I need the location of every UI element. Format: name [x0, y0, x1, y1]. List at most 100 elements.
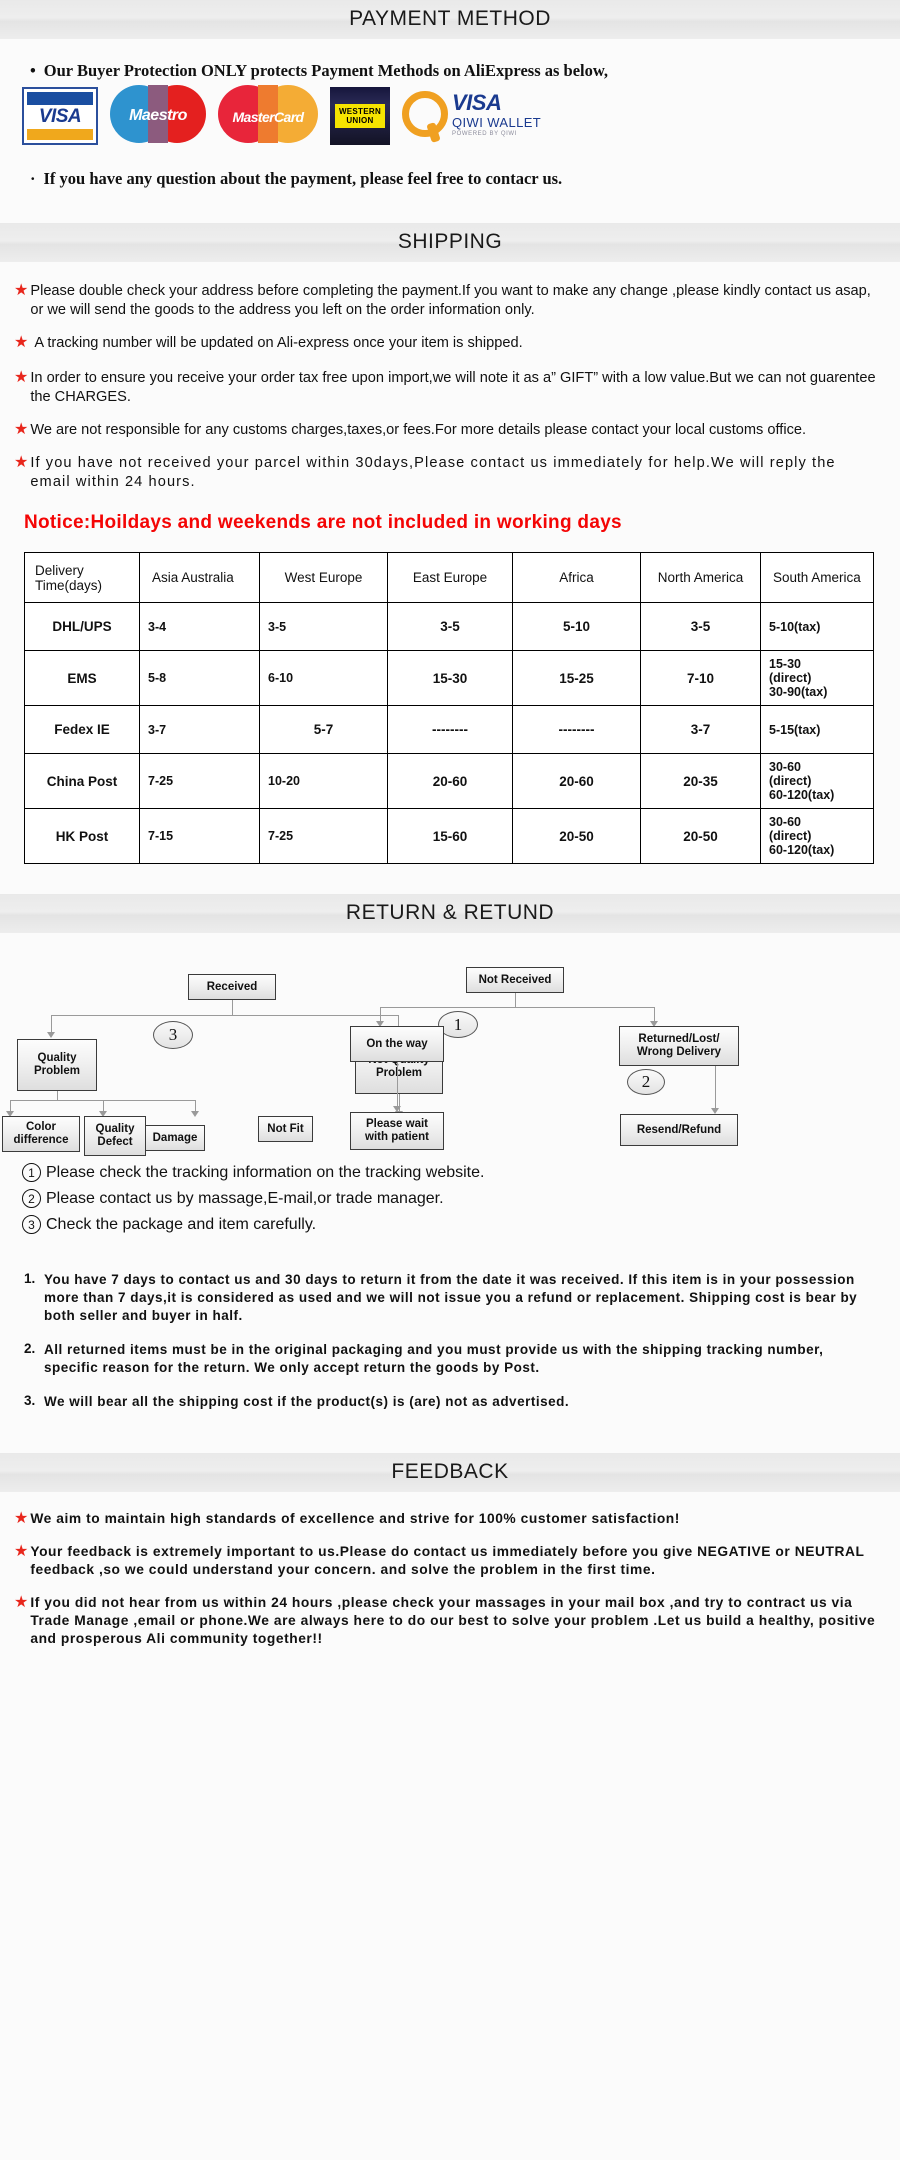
table-cell: --------	[512, 705, 641, 754]
flow-box-color-difference: Color difference	[2, 1116, 80, 1152]
table-cell: 10-20	[259, 753, 388, 809]
flow-box-please-wait: Please wait with patient	[350, 1112, 444, 1150]
star-icon: ★	[14, 1543, 29, 1560]
table-cell: 3-5	[387, 602, 513, 651]
western-union-line1: WESTERN	[338, 107, 382, 116]
table-header-cell: Asia Australia	[139, 552, 260, 603]
table-cell: 7-10	[640, 650, 761, 706]
table-row-label: China Post	[24, 753, 140, 809]
flow-badge-2: 2	[627, 1069, 665, 1095]
flow-box-resend-refund: Resend/Refund	[620, 1114, 738, 1146]
section-header-payment: PAYMENT METHOD	[0, 0, 900, 39]
table-cell: 5-8	[139, 650, 260, 706]
table-row: HK Post 7-15 7-25 15-60 20-50 20-50 30-6…	[24, 808, 874, 864]
table-cell: 20-35	[640, 753, 761, 809]
qiwi-text-block: VISA QIWI WALLET POWERED BY QIWI	[452, 89, 542, 137]
feedback-section: ★ We aim to maintain high standards of e…	[0, 1492, 900, 1681]
visa-top-bar	[27, 92, 93, 105]
flow-arrow	[47, 1032, 55, 1038]
flow-badge-3: 3	[153, 1021, 193, 1049]
flow-line	[380, 1007, 381, 1021]
flow-line	[397, 1062, 398, 1106]
circled-notes-list: 1 Please check the tracking information …	[0, 1157, 900, 1245]
circled-note-item: 3 Check the package and item carefully.	[22, 1215, 900, 1234]
bullet-dot-icon-2: ·	[30, 169, 36, 188]
table-header-cell: Delivery Time(days)	[24, 552, 140, 603]
flow-line	[103, 1100, 104, 1111]
policy-number: 3.	[24, 1393, 36, 1408]
shipping-bullet: ★ In order to ensure you receive your or…	[14, 369, 876, 405]
table-cell: 5-10(tax)	[760, 602, 874, 651]
circle-number-3: 3	[22, 1215, 41, 1234]
flow-arrow	[191, 1111, 199, 1117]
table-row-label: HK Post	[24, 808, 140, 864]
policy-number: 1.	[24, 1271, 36, 1286]
table-cell: 7-25	[139, 753, 260, 809]
table-cell: 3-4	[139, 602, 260, 651]
table-cell: 20-50	[640, 808, 761, 864]
return-flowchart: Received 3 Quality Problem Not Quality P…	[0, 949, 900, 1156]
table-header-cell: West Europe	[259, 552, 388, 603]
table-cell: 7-25	[259, 808, 388, 864]
feedback-item: ★ We aim to maintain high standards of e…	[14, 1510, 680, 1527]
visa-bottom-bar	[27, 129, 93, 140]
shipping-bullet: ★ Please double check your address befor…	[14, 282, 871, 318]
payment-logo-row: VISA Maestro MasterCard WESTERN UNION VI…	[0, 81, 900, 151]
table-cell: 20-60	[512, 753, 641, 809]
table-cell: --------	[387, 705, 513, 754]
table-cell: 3-7	[139, 705, 260, 754]
flow-line	[51, 1015, 52, 1032]
shipping-notice: Notice:Hoildays and weekends are not inc…	[24, 512, 622, 533]
flow-line	[10, 1100, 11, 1111]
shipping-bullet: ★ A tracking number will be updated on A…	[14, 334, 523, 351]
table-cell: 6-10	[259, 650, 388, 706]
table-header-cell: North America	[640, 552, 761, 603]
table-header-cell: Africa	[512, 552, 641, 603]
flow-box-damage: Damage	[145, 1125, 205, 1151]
table-cell: 15-30	[387, 650, 513, 706]
table-cell: 15-30 (direct) 30-90(tax)	[760, 650, 874, 706]
star-icon: ★	[14, 421, 29, 438]
flow-line	[51, 1015, 399, 1016]
table-cell: 7-15	[139, 808, 260, 864]
qiwi-visa-text: VISA	[452, 89, 502, 115]
table-cell: 15-25	[512, 650, 641, 706]
flow-box-received: Received	[188, 974, 276, 1000]
table-row-label: EMS	[24, 650, 140, 706]
shipping-section: ★ Please double check your address befor…	[0, 262, 900, 870]
feedback-item: ★ Your feedback is extremely important t…	[14, 1543, 865, 1577]
payment-bullet-bottom: · If you have any question about the paym…	[30, 169, 563, 188]
star-icon: ★	[14, 454, 29, 471]
feedback-item: ★ If you did not hear from us within 24 …	[14, 1594, 876, 1646]
western-union-plate: WESTERN UNION	[334, 104, 386, 128]
table-header-cell: South America	[760, 552, 874, 603]
table-row-label: Fedex IE	[24, 705, 140, 754]
western-union-logo: WESTERN UNION	[330, 87, 390, 145]
shipping-bullet: ★ If you have not received your parcel w…	[14, 454, 836, 490]
mastercard-logo-text: MasterCard	[232, 109, 304, 125]
table-row: Fedex IE 3-7 5-7 -------- -------- 3-7 5…	[24, 705, 874, 754]
table-cell: 15-60	[387, 808, 513, 864]
table-cell: 5-7	[259, 705, 388, 754]
flow-box-returned-lost-wrong: Returned/Lost/ Wrong Delivery	[619, 1026, 739, 1066]
circle-number-1: 1	[22, 1163, 41, 1182]
table-cell: 5-15(tax)	[760, 705, 874, 754]
payment-section: • Our Buyer Protection ONLY protects Paym…	[0, 39, 900, 199]
qiwi-circle-icon	[402, 91, 448, 137]
table-cell: 20-60	[387, 753, 513, 809]
return-policy-item: 2. All returned items must be in the ori…	[24, 1341, 824, 1375]
policy-number: 2.	[24, 1341, 36, 1356]
qiwi-wallet-text: QIWI WALLET	[452, 114, 542, 130]
table-row-label: DHL/UPS	[24, 602, 140, 651]
table-row: China Post 7-25 10-20 20-60 20-60 20-35 …	[24, 753, 874, 809]
table-header-cell: East Europe	[387, 552, 513, 603]
flow-box-on-the-way: On the way	[350, 1026, 444, 1062]
flow-box-not-received: Not Received	[466, 967, 564, 993]
payment-bullet-top: • Our Buyer Protection ONLY protects Paym…	[30, 61, 608, 80]
flow-line	[715, 1066, 716, 1108]
star-icon: ★	[14, 1510, 29, 1527]
bullet-dot-icon: •	[30, 61, 36, 80]
